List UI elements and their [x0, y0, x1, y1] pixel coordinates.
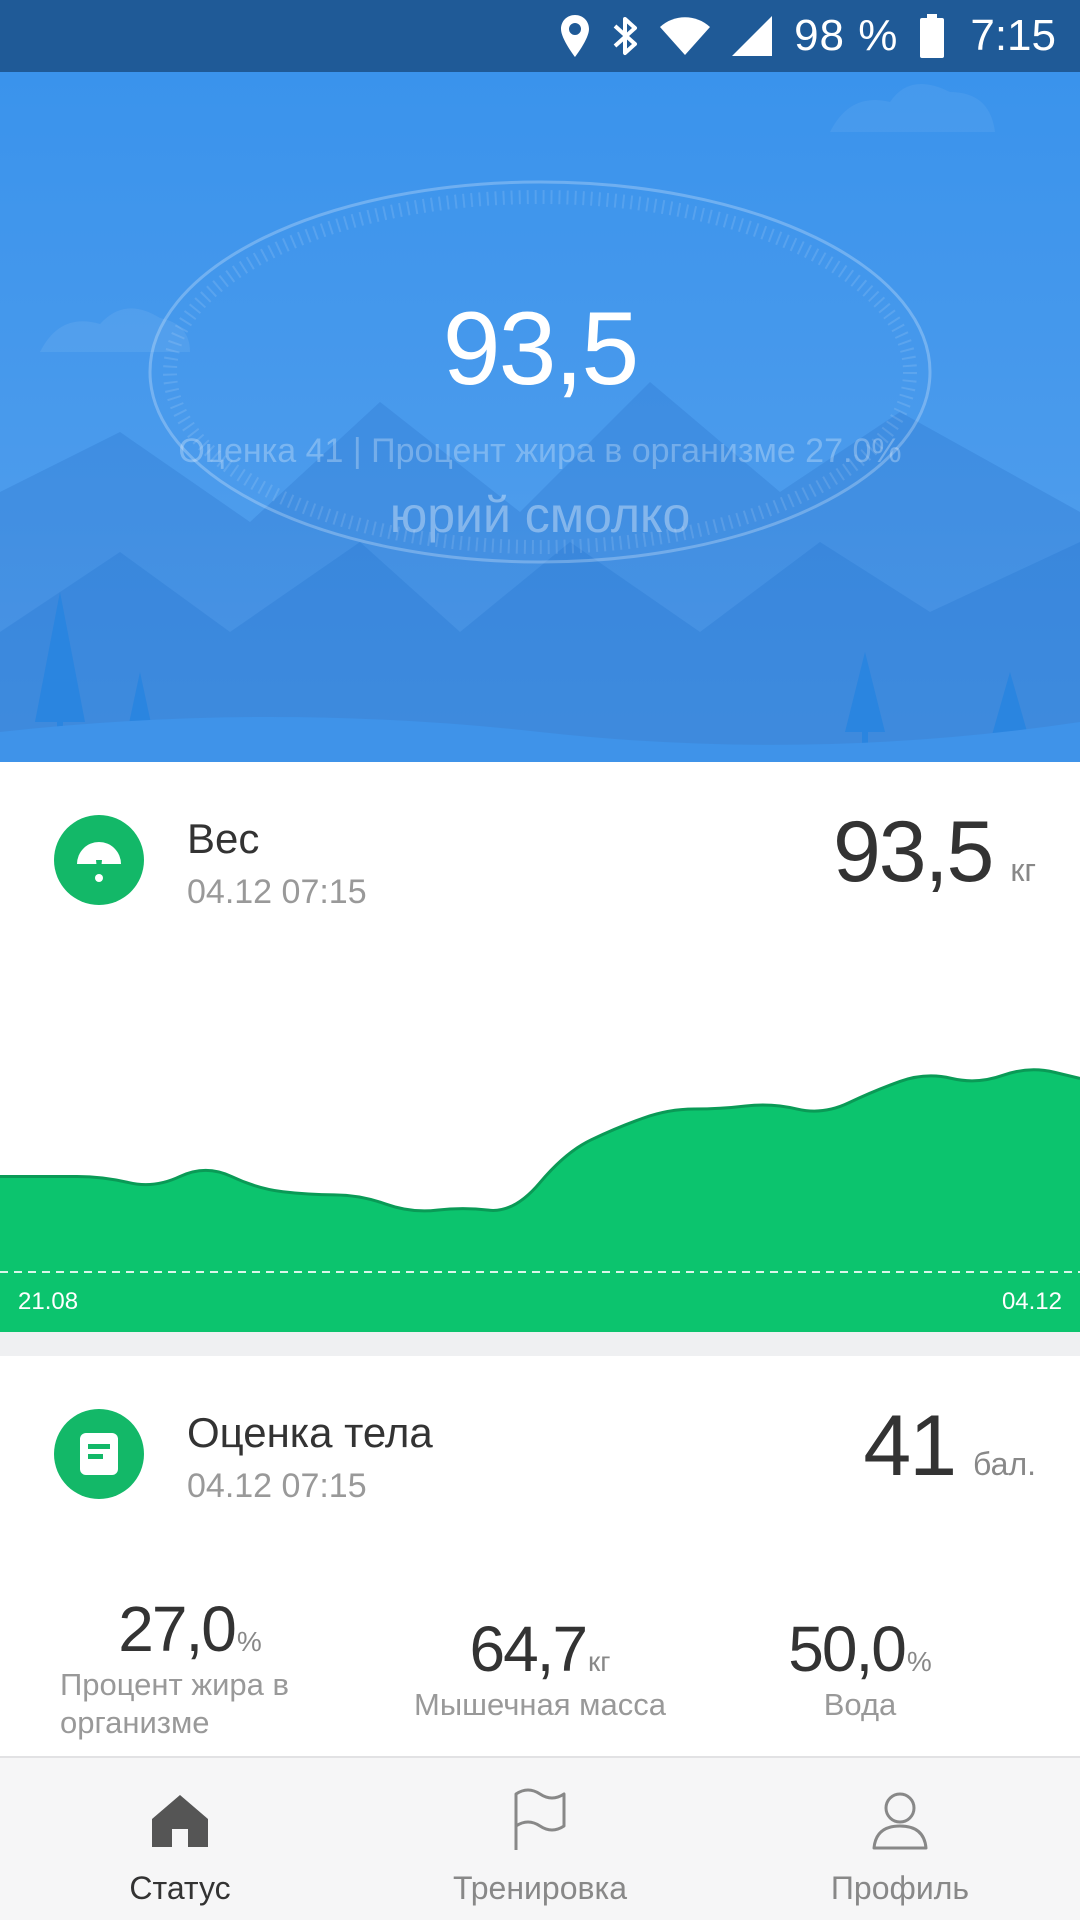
body-metrics: 27,0% Процент жира в организме 64,7 кг Мы…: [0, 1592, 1080, 1752]
home-icon: [150, 1788, 210, 1852]
weight-unit: кг: [1010, 852, 1036, 888]
bottom-navigation: Статус Тренировка Профиль: [0, 1756, 1080, 1920]
metric-fat-label: Процент жира в организме: [40, 1666, 340, 1742]
metric-water-number: 50,0: [788, 1613, 907, 1685]
hero-weight-value: 93,5: [442, 291, 639, 407]
metric-muscle-label: Мышечная масса: [414, 1687, 666, 1722]
weight-chart[interactable]: [0, 1000, 1080, 1332]
status-bar: 98 % 7:15: [0, 0, 1080, 72]
signal-icon: [732, 16, 773, 56]
body-score-unit: бал.: [973, 1446, 1036, 1482]
clock: 7:15: [970, 11, 1056, 60]
weight-value: 93,5 кг: [833, 803, 1036, 902]
chart-end-date: 04.12: [1001, 1288, 1062, 1315]
weight-title: Вес: [187, 815, 260, 862]
nav-training[interactable]: Тренировка: [360, 1758, 720, 1920]
chart-start-date: 21.08: [18, 1288, 79, 1315]
body-score-number: 41: [863, 1398, 957, 1494]
weight-date: 04.12 07:15: [187, 873, 367, 911]
metric-fat[interactable]: 27,0% Процент жира в организме: [40, 1592, 340, 1742]
metric-muscle-value: 64,7 кг: [469, 1612, 610, 1686]
battery-icon: [920, 14, 945, 58]
metric-water[interactable]: 50,0% Вода: [710, 1612, 1010, 1724]
weight-card-header[interactable]: Вес 04.12 07:15 93,5 кг: [0, 804, 1080, 935]
metric-fat-unit: %: [236, 1626, 262, 1657]
body-score-card-header[interactable]: Оценка тела 04.12 07:15 41 бал.: [0, 1398, 1080, 1529]
landscape-illustration: [0, 84, 1080, 762]
metric-fat-value: 27,0%: [118, 1592, 261, 1666]
flag-icon: [512, 1788, 568, 1852]
nav-profile-label: Профиль: [830, 1870, 970, 1906]
body-score-value: 41 бал.: [863, 1397, 1036, 1496]
user-name: юрий смолко: [389, 487, 691, 543]
battery-percent: 98 %: [794, 11, 899, 60]
person-icon: [870, 1788, 930, 1852]
metric-fat-label-line2: организме: [60, 1705, 210, 1740]
nav-status[interactable]: Статус: [0, 1758, 360, 1920]
body-score-date: 04.12 07:15: [187, 1467, 367, 1505]
note-icon: [54, 1409, 144, 1499]
hero-banner: 93,5 Оценка 41 | Процент жира в организм…: [0, 72, 1080, 762]
body-score-title: Оценка тела: [187, 1409, 433, 1456]
scale-gauge-icon: [54, 815, 144, 905]
metric-muscle-number: 64,7: [469, 1613, 588, 1685]
bluetooth-icon: [612, 15, 638, 57]
hero-subtitle: Оценка 41 | Процент жира в организме 27.…: [178, 432, 902, 470]
nav-status-label: Статус: [129, 1870, 231, 1906]
metric-muscle-unit: кг: [588, 1646, 611, 1677]
wifi-icon: [660, 17, 711, 55]
metric-fat-label-line1: Процент жира в: [60, 1667, 289, 1702]
weight-number: 93,5: [832, 804, 994, 900]
metric-fat-number: 27,0: [118, 1593, 237, 1665]
section-divider: [0, 1332, 1080, 1356]
nav-training-label: Тренировка: [453, 1870, 627, 1906]
metric-water-unit: %: [906, 1646, 932, 1677]
weight-area: [0, 1069, 1080, 1332]
weight-area-chart: [0, 1068, 1080, 1332]
metric-muscle[interactable]: 64,7 кг Мышечная масса: [390, 1612, 690, 1724]
location-icon: [560, 15, 590, 57]
metric-water-value: 50,0%: [788, 1612, 931, 1686]
metric-water-label: Вода: [823, 1687, 897, 1722]
nav-profile[interactable]: Профиль: [720, 1758, 1080, 1920]
